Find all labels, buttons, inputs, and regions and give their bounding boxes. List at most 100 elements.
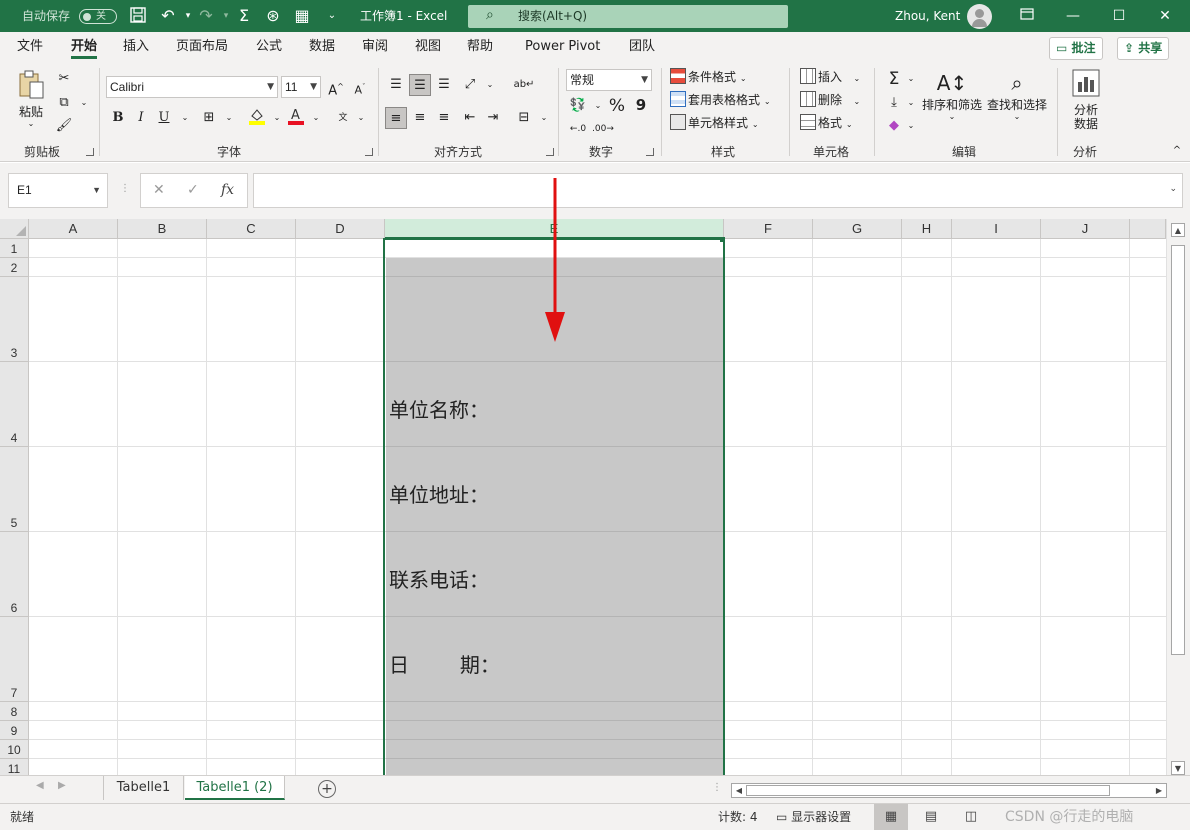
close-button[interactable]: ✕ (1142, 0, 1188, 32)
copy-icon[interactable]: ⧉ (53, 92, 75, 114)
cell-e6[interactable]: 联系电话： (389, 564, 489, 593)
sheet-tab-tabelle1[interactable]: Tabelle1 (104, 776, 184, 800)
font-size-select[interactable]: 11 ▼ (281, 76, 321, 98)
page-break-view-icon[interactable]: ◫ (954, 804, 988, 830)
autosave-toggle[interactable]: 关 (79, 9, 117, 24)
column-header-j[interactable]: J (1041, 219, 1130, 239)
row-header-10[interactable]: 10 (0, 740, 29, 759)
sort-filter-button[interactable]: A↕ 排序和筛选 ⌄ (921, 68, 983, 122)
scroll-up-icon[interactable]: ▲ (1171, 223, 1185, 237)
drag-handle-icon[interactable]: ⋮ (712, 782, 722, 793)
add-sheet-icon[interactable]: + (318, 780, 336, 798)
comments-button[interactable]: ▭ 批注 (1049, 37, 1103, 60)
column-header-b[interactable]: B (118, 219, 207, 239)
cell-e4[interactable]: 单位名称： (389, 394, 489, 423)
align-bottom-icon[interactable]: ☰ (433, 74, 455, 96)
customize-qat-icon[interactable]: ⌄ (322, 6, 342, 26)
align-center-icon[interactable]: ≡ (409, 107, 431, 129)
format-cells-button[interactable]: 格式 ⌄ (800, 114, 853, 134)
find-select-button[interactable]: ⌕ 查找和选择 ⌄ (986, 68, 1048, 122)
column-header-c[interactable]: C (207, 219, 296, 239)
scroll-down-icon[interactable]: ▼ (1171, 761, 1185, 775)
comma-style-button[interactable]: 9 (630, 94, 652, 116)
row-header-11[interactable]: 11 (0, 759, 29, 775)
enter-icon[interactable]: ✓ (187, 182, 199, 198)
column-header-h[interactable]: H (902, 219, 952, 239)
name-box[interactable]: E1 ▼ (8, 173, 108, 208)
filled-range[interactable] (386, 258, 723, 775)
tab-help[interactable]: 帮助 (467, 32, 493, 62)
paste-button[interactable]: 粘贴 ⌄ (16, 70, 46, 130)
tab-file[interactable]: 文件 (17, 32, 43, 62)
redo-icon[interactable]: ↷ (196, 6, 216, 26)
drag-handle-icon[interactable]: ⋮ (120, 183, 130, 194)
display-settings-button[interactable]: ▭ 显示器设置 (776, 804, 851, 830)
page-layout-view-icon[interactable]: ▤ (914, 804, 948, 830)
wrap-text-icon[interactable]: ab↵ (513, 74, 535, 96)
worksheet-grid[interactable]: A B C D E F G H I J 1 2 3 4 5 6 7 8 9 10… (0, 219, 1190, 775)
avatar[interactable] (967, 4, 992, 29)
fill-dropdown-icon[interactable]: ⌄ (900, 92, 922, 114)
alignment-launcher-icon[interactable] (546, 148, 554, 156)
cancel-icon[interactable]: ✕ (153, 182, 165, 198)
clear-dropdown-icon[interactable]: ⌄ (900, 115, 922, 137)
column-header-a[interactable]: A (29, 219, 118, 239)
tab-page-layout[interactable]: 页面布局 (176, 32, 228, 62)
scroll-thumb[interactable] (1171, 245, 1185, 655)
column-header-g[interactable]: G (813, 219, 902, 239)
borders-icon[interactable]: ⊞ (198, 107, 220, 129)
tab-team[interactable]: 团队 (629, 32, 655, 62)
ribbon-display-icon[interactable] (1004, 0, 1050, 32)
tab-home[interactable]: 开始 (71, 32, 98, 62)
formula-input[interactable]: ⌄ (253, 173, 1183, 208)
increase-indent-icon[interactable]: ⇥ (482, 107, 504, 129)
collapse-ribbon-icon[interactable]: ^ (1166, 140, 1188, 162)
cell-styles-button[interactable]: 单元格样式 ⌄ (670, 114, 759, 134)
undo-dropdown-icon[interactable]: ▾ (178, 6, 198, 26)
undo-icon[interactable]: ↶ (158, 6, 178, 26)
merge-dropdown-icon[interactable]: ⌄ (533, 107, 555, 129)
tab-view[interactable]: 视图 (415, 32, 441, 62)
column-header-f[interactable]: F (724, 219, 813, 239)
scroll-right-icon[interactable]: ▶ (1152, 784, 1166, 797)
font-name-select[interactable]: Calibri ▼ (106, 76, 278, 98)
horizontal-scroll-thumb[interactable] (746, 785, 1110, 796)
table-grid-icon[interactable]: ▦ (292, 6, 312, 26)
shrink-font-icon[interactable]: Aˇ (349, 76, 371, 98)
format-painter-icon[interactable]: 🖌 (53, 115, 75, 137)
row-header-7[interactable]: 7 (0, 617, 29, 702)
number-format-select[interactable]: 常规 ▼ (566, 69, 652, 91)
number-launcher-icon[interactable] (646, 148, 654, 156)
tab-review[interactable]: 审阅 (362, 32, 388, 62)
autosum-icon[interactable]: Σ (234, 6, 254, 26)
column-header-e[interactable]: E (385, 219, 724, 239)
search-box[interactable]: ⌕ 搜索(Alt+Q) (468, 5, 788, 28)
orientation-icon[interactable]: ⤢ (459, 74, 481, 96)
row-header-1[interactable]: 1 (0, 239, 29, 258)
borders-dropdown-icon[interactable]: ⌄ (218, 107, 240, 129)
horizontal-scrollbar[interactable]: ◀ ▶ (731, 783, 1167, 798)
cell-e7[interactable]: 日 期： (389, 649, 500, 678)
insert-function-icon[interactable]: fx (221, 182, 234, 198)
align-right-icon[interactable]: ≡ (433, 107, 455, 129)
tab-data[interactable]: 数据 (309, 32, 335, 62)
save-icon[interactable] (128, 6, 148, 26)
row-header-3[interactable]: 3 (0, 277, 29, 362)
column-header-next[interactable] (1130, 219, 1166, 239)
next-sheet-icon[interactable]: ▶ (58, 780, 66, 791)
phonetic-dropdown-icon[interactable]: ⌄ (350, 107, 372, 129)
decrease-indent-icon[interactable]: ⇤ (459, 107, 481, 129)
font-color-icon[interactable]: A (285, 107, 307, 129)
minimize-button[interactable]: — (1050, 0, 1096, 32)
row-header-2[interactable]: 2 (0, 258, 29, 277)
align-middle-icon[interactable]: ☰ (409, 74, 431, 96)
underline-dropdown-icon[interactable]: ⌄ (174, 107, 196, 129)
row-header-9[interactable]: 9 (0, 721, 29, 740)
align-top-icon[interactable]: ☰ (385, 74, 407, 96)
cell-e5[interactable]: 单位地址： (389, 479, 489, 508)
redo-dropdown-icon[interactable]: ▾ (216, 6, 236, 26)
tab-insert[interactable]: 插入 (123, 32, 149, 62)
fill-color-icon[interactable] (246, 107, 268, 129)
prev-sheet-icon[interactable]: ◀ (36, 780, 44, 791)
underline-button[interactable]: U (153, 107, 175, 129)
